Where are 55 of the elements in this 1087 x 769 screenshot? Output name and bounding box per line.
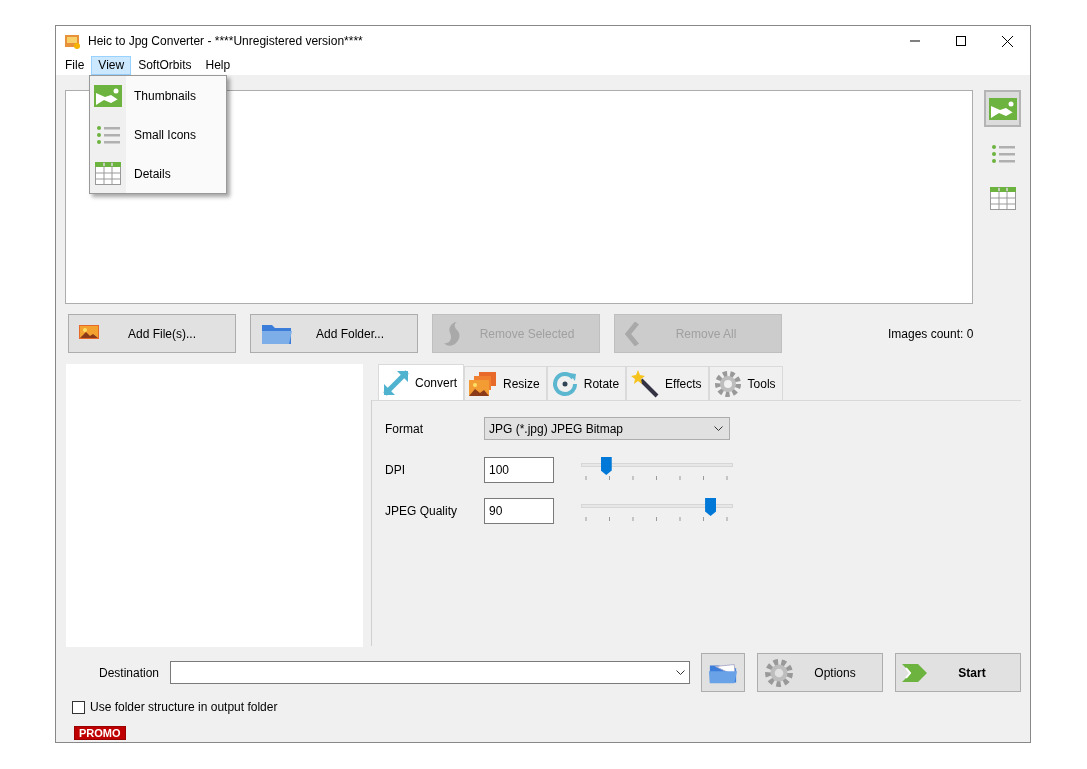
window-title: Heic to Jpg Converter - ****Unregistered version**** — [88, 33, 363, 50]
menu-item[interactable]: Small Icons — [90, 115, 226, 154]
menu-item[interactable]: SoftOrbits — [131, 56, 199, 75]
maximize-icon — [956, 36, 966, 46]
action-button[interactable]: Add File(s)... — [68, 314, 236, 353]
rotate-icon — [551, 370, 578, 397]
chevron-down-icon — [676, 670, 685, 675]
menu-item[interactable]: File — [58, 56, 92, 75]
slider-track[interactable] — [581, 457, 733, 483]
destination-label: Destination — [99, 664, 161, 682]
gear-icon — [713, 369, 742, 398]
list-icon — [990, 143, 1015, 164]
app-icon — [64, 33, 80, 49]
browse-folder-button[interactable] — [701, 653, 745, 692]
destination-field[interactable] — [170, 661, 690, 684]
gear-icon — [764, 657, 794, 688]
menu-item[interactable]: Details — [90, 154, 226, 193]
menu-item[interactable]: View — [91, 56, 132, 75]
images-count: Images count: 0 — [888, 325, 974, 343]
chevron-right-icon — [902, 661, 930, 684]
tab[interactable]: Convert — [378, 364, 465, 400]
tab[interactable]: Resize — [464, 366, 547, 400]
slider-thumb[interactable] — [600, 457, 612, 475]
close-icon — [1001, 35, 1013, 47]
pictures-icon — [469, 370, 498, 397]
table-icon — [94, 162, 122, 185]
number-field[interactable]: 90 — [484, 498, 554, 524]
format-label: Format — [385, 420, 424, 438]
options-button[interactable]: Options — [757, 653, 883, 692]
picture-icon — [988, 97, 1017, 120]
folder-structure-label: Use folder structure in output folder — [90, 699, 278, 716]
start-button[interactable]: Start — [895, 653, 1021, 692]
table-icon — [989, 187, 1016, 210]
number-field[interactable]: 100 — [484, 457, 554, 483]
tab[interactable]: Effects — [626, 366, 709, 400]
tab[interactable]: Rotate — [546, 366, 627, 400]
magic-wand-icon — [631, 369, 660, 398]
chevron-down-icon — [714, 426, 723, 431]
slider-thumb[interactable] — [705, 498, 717, 516]
folder-structure-checkbox[interactable] — [72, 700, 85, 714]
field-label: DPI — [385, 462, 406, 479]
picture-view-button[interactable] — [984, 90, 1021, 127]
picture-icon — [94, 84, 122, 107]
tab[interactable]: Tools — [708, 366, 783, 400]
folder-icon — [261, 322, 293, 345]
arrows-icon — [383, 369, 409, 396]
menu-item[interactable]: Help — [198, 56, 238, 75]
field-label: JPEG Quality — [385, 503, 459, 520]
chevron-left-icon — [625, 321, 641, 346]
action-button[interactable]: Add Folder... — [250, 314, 418, 353]
slider-track[interactable] — [581, 498, 733, 524]
menu-item[interactable]: Thumbnails — [90, 76, 226, 115]
promo-badge[interactable]: PROMO — [74, 726, 126, 740]
format-dropdown[interactable]: JPG (*.jpg) JPEG Bitmap — [484, 417, 730, 440]
list-icon — [94, 124, 122, 145]
